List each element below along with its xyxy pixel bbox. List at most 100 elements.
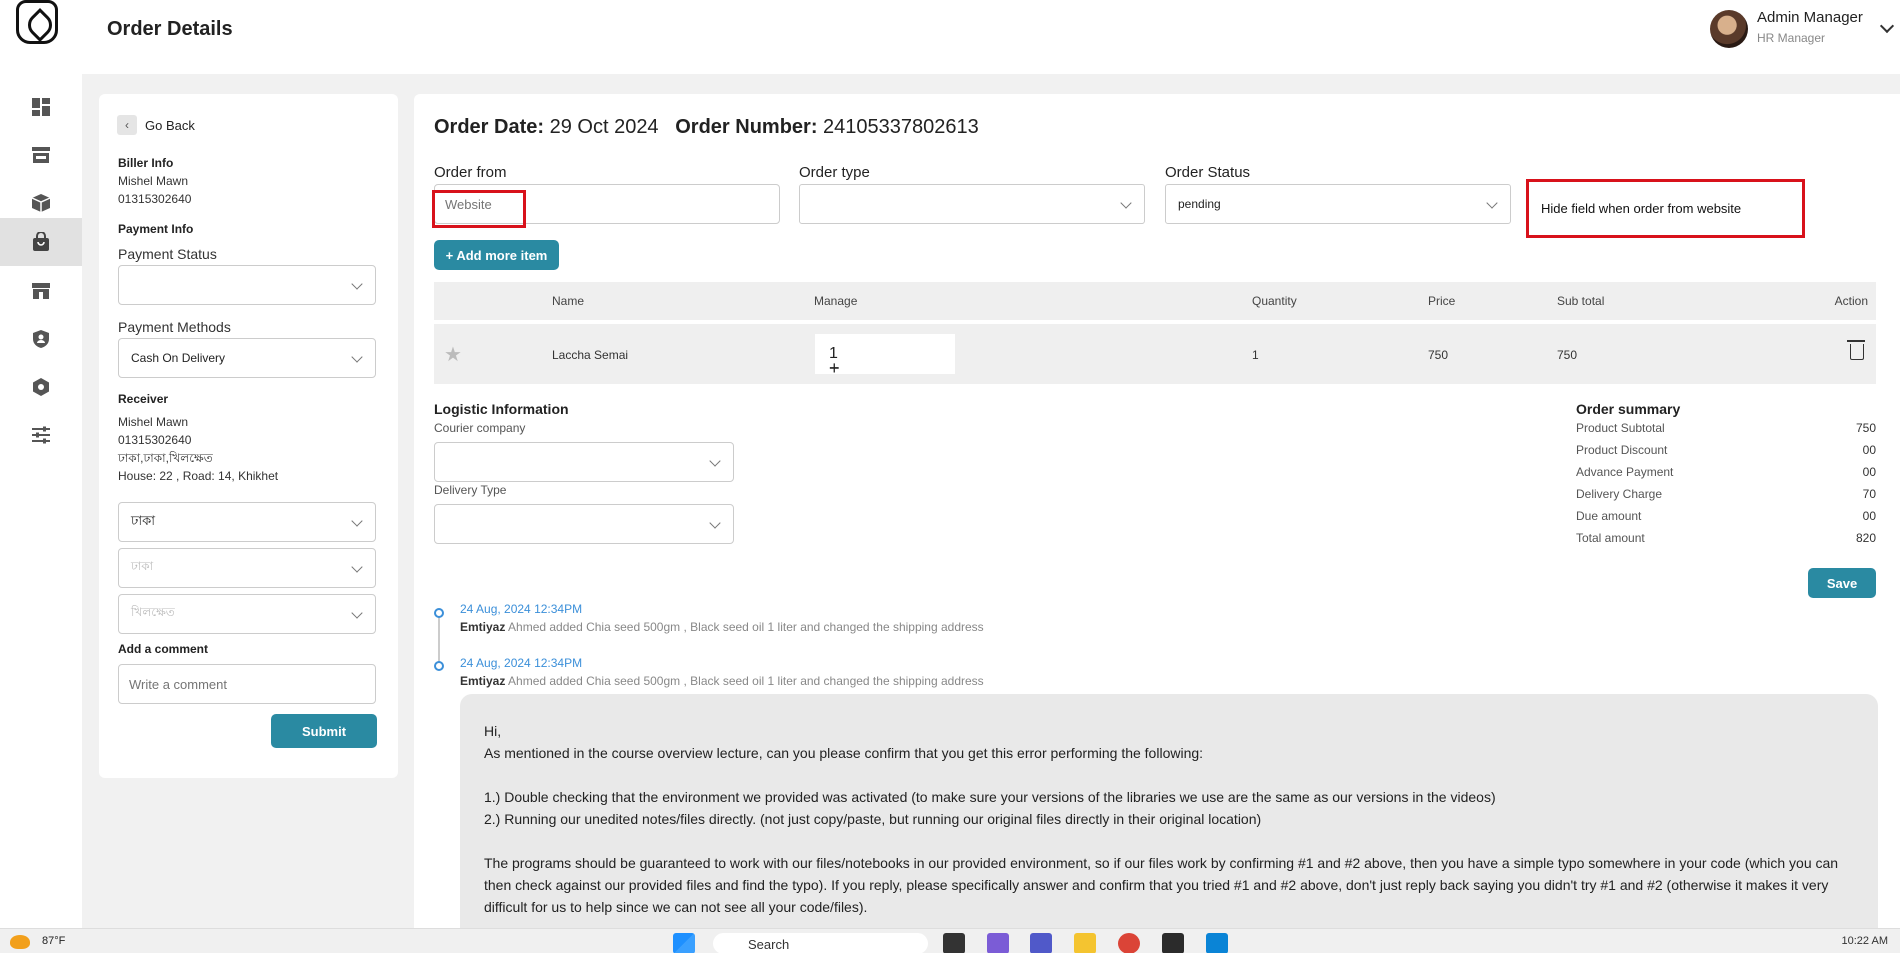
quantity-stepper[interactable]: + 1 − [815,334,955,378]
summary-value: 820 [1855,531,1876,545]
minus-icon[interactable]: − [829,358,840,379]
add-more-item-button[interactable]: + Add more item [434,240,559,270]
submit-button[interactable]: Submit [271,714,377,748]
sidebar-item-settings[interactable] [0,364,82,410]
comment-input[interactable] [118,664,376,704]
payment-status-select[interactable] [118,265,376,305]
summary-label: Advance Payment [1576,465,1674,479]
star-icon[interactable]: ★ [444,342,462,367]
order-number-label: Order Number: [675,116,818,138]
highlight-box [432,190,526,228]
user-name: Admin Manager [1757,9,1863,26]
item-name: Laccha Semai [552,348,629,362]
go-back-label: Go Back [145,117,195,133]
order-info-panel: ‹ Go Back Biller Info Mishel Mawn 013153… [99,94,398,778]
order-main-panel: Order Date: 29 Oct 2024 Order Number: 24… [414,94,1900,934]
summary-value: 00 [1862,465,1876,479]
chevron-down-icon [351,278,363,290]
comment-step: 1.) Double checking that the environment… [484,789,1496,805]
clock: 10:22 AM [1841,935,1888,947]
timeline-message: Ahmed added Chia seed 500gm , Black seed… [508,674,984,688]
order-number-value: 24105337802613 [823,116,979,138]
user-role: HR Manager [1757,31,1826,45]
sidebar-item-store[interactable] [0,132,82,178]
order-status-select[interactable]: pending [1165,184,1511,224]
comment-bubble: Hi, As mentioned in the course overview … [460,694,1878,934]
order-date-value: 29 Oct 2024 [549,116,659,138]
comment-line: As mentioned in the course overview lect… [484,745,1204,761]
payment-methods-select[interactable]: Cash On Delivery [118,338,376,378]
vscode-icon[interactable] [1206,933,1228,953]
item-quantity: 1 [1252,348,1259,362]
order-status-value: pending [1178,197,1221,211]
receiver-area: ঢাকা,ঢাকা,খিলক্ষেত [118,451,213,465]
windows-start-icon[interactable] [673,933,695,953]
chevron-down-icon [351,607,363,619]
save-button[interactable]: Save [1808,568,1876,598]
trash-icon[interactable] [1847,340,1865,360]
summary-label: Delivery Charge [1576,487,1663,501]
sidebar-item-filters[interactable] [0,412,82,458]
district-select[interactable]: ঢাকা [118,548,376,588]
order-from-label: Order from [434,164,507,181]
sidebar-item-orders[interactable] [0,218,82,266]
comment-step: 2.) Running our unedited notes/files dir… [484,811,1262,827]
sidebar-item-users[interactable] [0,316,82,362]
col-action: Action [1834,294,1868,308]
district-placeholder: ঢাকা [131,559,154,573]
col-quantity: Quantity [1252,294,1297,308]
dashboard-icon [32,98,50,116]
avatar [1710,10,1748,48]
chevron-down-icon [351,561,363,573]
taskbar-search[interactable]: Search [713,933,928,953]
terminal-icon[interactable] [1162,933,1184,953]
timeline-line [438,614,440,664]
user-shield-icon [33,330,49,348]
chevron-down-icon [709,517,721,529]
courier-select[interactable] [434,442,734,482]
settings-hex-icon [33,378,49,396]
receiver-address: House: 22 , Road: 14, Khikhet [118,469,279,483]
order-summary-title: Order summary [1576,401,1681,417]
app-logo[interactable] [16,0,58,44]
weather-temp: 87°F [42,935,66,947]
table-row: ★ Laccha Semai + 1 − 1 750 750 [434,324,1876,384]
order-date-label: Order Date: [434,116,545,138]
timeline-date: 24 Aug, 2024 12:34PM [460,656,583,670]
col-name: Name [552,294,585,308]
summary-label: Due amount [1576,509,1642,523]
user-menu[interactable]: Admin Manager HR Manager [1710,8,1900,48]
copilot-icon[interactable] [987,933,1009,953]
item-subtotal: 750 [1557,348,1578,362]
order-type-label: Order type [799,164,870,181]
timeline-user: Emtiyaz [460,620,506,634]
timeline-message: Ahmed added Chia seed 500gm , Black seed… [508,620,984,634]
timeline-date: 24 Aug, 2024 12:34PM [460,602,583,616]
chrome-icon[interactable] [1118,933,1140,953]
order-header: Order Date: 29 Oct 2024 Order Number: 24… [434,116,979,139]
area-placeholder: খিলক্ষেত [131,605,175,619]
col-manage: Manage [814,294,858,308]
summary-label: Product Subtotal [1576,421,1665,435]
task-view-icon[interactable] [943,933,965,953]
delivery-type-select[interactable] [434,504,734,544]
page-title: Order Details [107,18,233,40]
summary-value: 00 [1862,443,1876,457]
courier-label: Courier company [434,421,526,435]
order-type-select[interactable] [799,184,1145,224]
sidebar-item-shop[interactable] [0,268,82,314]
logistic-title: Logistic Information [434,401,569,417]
col-subtotal: Sub total [1557,294,1605,308]
timeline-dot [434,661,444,671]
weather-icon[interactable] [10,935,30,949]
teams-icon[interactable] [1030,933,1052,953]
chevron-down-icon[interactable] [1879,18,1895,34]
folder-icon[interactable] [1074,933,1096,953]
box-icon [31,194,51,212]
chevron-down-icon [709,455,721,467]
go-back-button[interactable]: ‹ Go Back [117,115,195,135]
area-select[interactable]: খিলক্ষেত [118,594,376,634]
sidebar-item-dashboard[interactable] [0,84,82,130]
division-select[interactable]: ঢাকা [118,502,376,542]
summary-value: 70 [1862,487,1876,501]
